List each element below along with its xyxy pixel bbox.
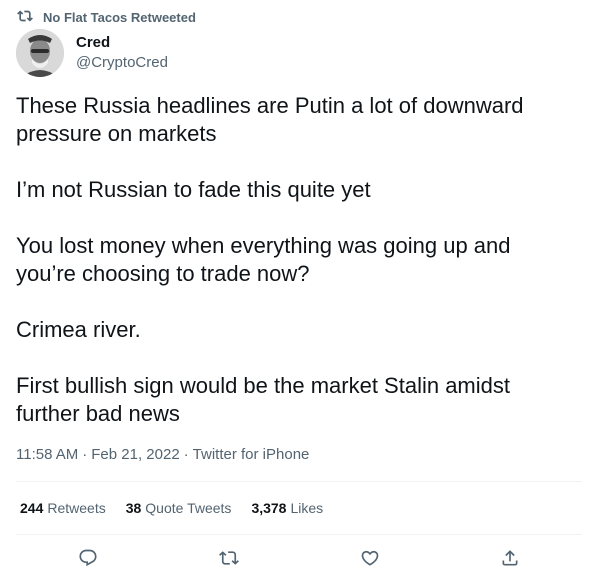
tweet-date[interactable]: Feb 21, 2022 [91, 446, 179, 463]
tweet-stats: 244 Retweets 38 Quote Tweets 3,378 Likes [20, 498, 343, 518]
tweet-paragraph: Crimea river. [16, 317, 141, 342]
likes-label: Likes [290, 500, 324, 516]
retweet-button[interactable] [215, 544, 243, 572]
reply-icon [79, 549, 97, 567]
tweet-time[interactable]: 11:58 AM [16, 446, 78, 463]
tweet-metadata: 11:58 AM · Feb 21, 2022 · Twitter for iPhone [16, 445, 309, 465]
tweet-paragraph: You lost money when everything was going… [16, 233, 511, 286]
display-name[interactable]: Cred [76, 33, 168, 53]
separator: · [82, 446, 88, 463]
tweet-paragraph: First bullish sign would be the market S… [16, 373, 510, 426]
divider [16, 534, 582, 535]
retweets-stat[interactable]: 244 Retweets [20, 498, 106, 518]
retweet-icon [17, 8, 43, 27]
tweet-author: Cred @CryptoCred [16, 29, 168, 77]
quote-tweets-count: 38 [125, 500, 142, 516]
retweets-label: Retweets [47, 500, 106, 516]
retweet-banner-text: No Flat Tacos Retweeted [43, 9, 196, 25]
reply-button[interactable] [74, 544, 102, 572]
share-icon [502, 550, 518, 566]
separator: · [183, 446, 189, 463]
tweet-paragraph: I’m not Russian to fade this quite yet [16, 177, 371, 202]
share-button[interactable] [496, 544, 524, 572]
retweet-banner[interactable]: No Flat Tacos Retweeted [17, 8, 196, 26]
tweet-text: These Russia headlines are Putin a lot o… [16, 92, 576, 428]
retweets-count: 244 [20, 500, 44, 516]
user-handle[interactable]: @CryptoCred [76, 53, 168, 73]
avatar[interactable] [16, 29, 64, 77]
heart-icon [361, 550, 379, 566]
divider [16, 481, 582, 482]
retweet-icon [219, 551, 239, 565]
tweet-paragraph: These Russia headlines are Putin a lot o… [16, 93, 524, 146]
quote-tweets-stat[interactable]: 38 Quote Tweets [126, 498, 232, 518]
likes-count: 3,378 [251, 500, 287, 516]
quote-tweets-label: Quote Tweets [145, 500, 232, 516]
like-button[interactable] [356, 544, 384, 572]
likes-stat[interactable]: 3,378 Likes [251, 498, 323, 518]
tweet-actions [16, 544, 582, 572]
tweet-source[interactable]: Twitter for iPhone [193, 446, 310, 463]
